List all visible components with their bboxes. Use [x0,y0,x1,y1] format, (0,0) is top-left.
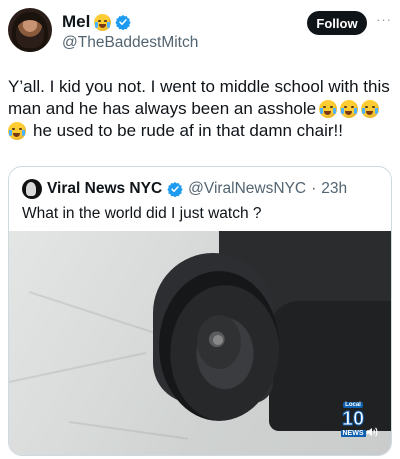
author-name-row[interactable]: Mel [62,12,132,32]
quoted-time[interactable]: 23h [321,180,347,198]
quoted-tweet-header: Viral News NYC @ViralNewsNYC · 23h [22,179,347,199]
separator-dot: · [311,180,317,197]
post-line-1: Y’all. I kid you not. I went to middle s… [8,76,392,98]
crying-face-emoji-icon [94,13,112,31]
post-line-2: man and he has always been an asshole [8,98,392,120]
badge-news-text: NEWS [340,430,366,437]
post-line-2-text: man and he has always been an asshole [8,99,317,118]
post-line-1-text: Y’all. I kid you not. I went to middle s… [8,77,390,96]
video-player[interactable]: Local 10 NEWS [9,231,391,455]
post-line-3-text: he used to be rude af in that damn chair… [33,121,343,140]
loudly-crying-emoji-icon [340,100,359,118]
quoted-author-avatar[interactable] [22,179,42,199]
verified-badge-icon [167,182,183,197]
quoted-author-handle[interactable]: @ViralNewsNYC [188,180,306,198]
tweet-header: Mel @TheBaddestMitch Follow ··· [0,0,400,60]
loudly-crying-emoji-icon [361,100,380,118]
verified-badge-icon [115,15,132,30]
quoted-author-name[interactable]: Viral News NYC [47,180,162,198]
badge-number-text: 10 [341,408,365,430]
follow-button[interactable]: Follow [307,11,367,35]
loudly-crying-emoji-icon [8,122,26,140]
author-handle[interactable]: @TheBaddestMitch [62,34,198,52]
author-avatar[interactable] [8,8,52,52]
quoted-tweet[interactable]: Viral News NYC @ViralNewsNYC · 23h What … [8,166,392,456]
speaker-icon[interactable] [365,425,379,439]
post-line-3: he used to be rude af in that damn chair… [8,120,392,142]
loudly-crying-emoji-icon [319,100,338,118]
post-text: Y’all. I kid you not. I went to middle s… [8,76,392,142]
quoted-tweet-text: What in the world did I just watch ? [22,205,262,222]
more-icon[interactable]: ··· [376,12,392,27]
author-display-name[interactable]: Mel [62,12,90,32]
